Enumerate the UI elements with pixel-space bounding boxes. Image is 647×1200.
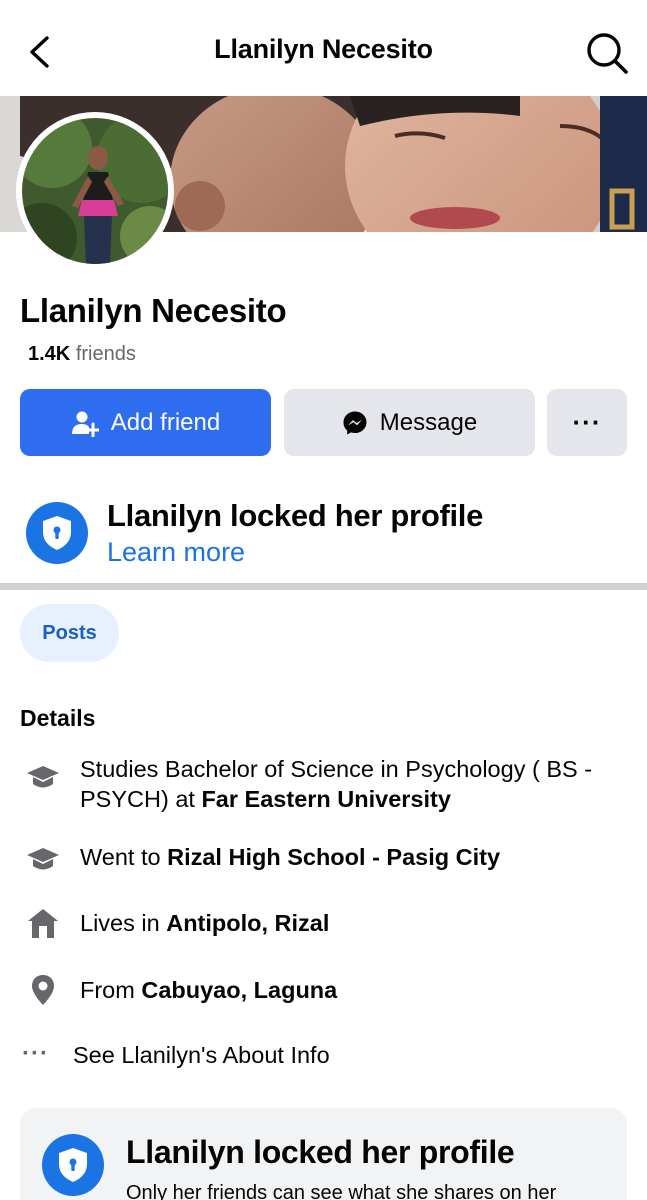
profile-name: Llanilyn Necesito	[20, 292, 287, 329]
details-heading: Details	[20, 705, 96, 731]
location-pin-icon	[26, 973, 60, 1007]
locked-card-description: Only her friends can see what she shares…	[126, 1182, 557, 1200]
graduation-cap-icon	[26, 842, 60, 876]
add-friend-button[interactable]: Add friend	[20, 389, 271, 456]
locked-profile-card: Llanilyn locked her profile Only her fri…	[20, 1108, 627, 1200]
add-friend-label: Add friend	[110, 408, 221, 436]
detail-text: From Cabuyao, Laguna	[80, 977, 338, 1003]
page-title: Llanilyn Necesito	[214, 34, 433, 64]
locked-card-title: Llanilyn locked her profile	[126, 1134, 515, 1170]
friends-count-value: 1.4K	[28, 343, 71, 365]
locked-profile-title: Llanilyn locked her profile	[107, 498, 484, 533]
tab-posts[interactable]: Posts	[20, 604, 119, 662]
detail-text: Studies Bachelor of Science in Psycholog…	[80, 756, 593, 812]
home-icon	[26, 906, 60, 940]
section-divider	[0, 583, 647, 590]
more-options-icon: ···	[572, 407, 602, 437]
avatar	[22, 118, 168, 264]
friends-count[interactable]: 1.4K friends	[28, 343, 136, 366]
detail-text: Went to Rizal High School - Pasig City	[80, 844, 501, 870]
graduation-cap-icon	[26, 760, 60, 794]
top-bar: Llanilyn Necesito	[0, 0, 647, 96]
see-about-info-link[interactable]: ··· See Llanilyn's About Info	[0, 1040, 647, 1076]
learn-more-link[interactable]: Learn more	[107, 537, 245, 568]
more-options-button[interactable]: ···	[547, 389, 627, 456]
message-label: Message	[379, 408, 478, 436]
search-icon[interactable]	[584, 30, 630, 76]
messenger-icon	[343, 411, 367, 434]
shield-lock-icon	[42, 1134, 104, 1196]
more-dots-icon: ···	[22, 1040, 49, 1067]
friends-count-label: friends	[75, 343, 136, 365]
shield-lock-icon	[26, 502, 88, 564]
profile-avatar[interactable]	[16, 112, 174, 270]
detail-text: Lives in Antipolo, Rizal	[80, 910, 330, 936]
add-person-icon	[71, 411, 99, 437]
see-about-label: See Llanilyn's About Info	[73, 1042, 330, 1068]
message-button[interactable]: Message	[284, 389, 535, 456]
locked-profile-banner: Llanilyn locked her profile Learn more	[0, 490, 647, 584]
